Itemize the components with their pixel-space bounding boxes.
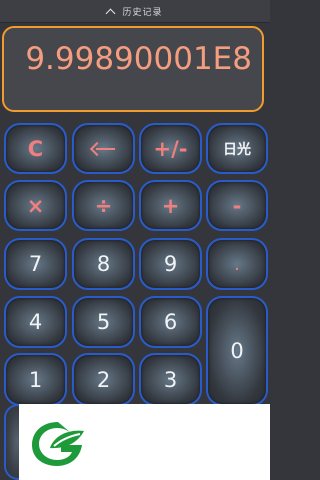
- history-label: 历史记录: [122, 7, 163, 18]
- digit-8-button[interactable]: 8: [72, 238, 135, 290]
- ad-banner[interactable]: [19, 404, 270, 480]
- multiply-button[interactable]: ×: [4, 180, 67, 231]
- backspace-button[interactable]: [72, 123, 135, 174]
- subtract-label: -: [232, 193, 242, 218]
- subtract-button[interactable]: -: [206, 180, 268, 231]
- add-label: +: [161, 193, 180, 218]
- clear-button[interactable]: C: [4, 123, 67, 174]
- result-display: 9.99890001E8: [2, 26, 264, 112]
- digit-3-label: 3: [163, 367, 178, 392]
- leaf-g-logo-icon: [32, 422, 84, 466]
- digit-6-label: 6: [163, 310, 178, 334]
- divide-button[interactable]: ÷: [72, 180, 135, 231]
- partial-key[interactable]: [4, 404, 20, 480]
- digit-3-button[interactable]: 3: [139, 353, 202, 406]
- decimal-point-button[interactable]: .: [206, 238, 268, 290]
- digit-0-button[interactable]: 0: [206, 296, 268, 406]
- digit-7-label: 7: [28, 252, 43, 276]
- clear-label: C: [27, 136, 44, 161]
- history-toggle[interactable]: 历史记录: [0, 0, 270, 23]
- digit-2-button[interactable]: 2: [72, 353, 135, 406]
- daylight-mode-button[interactable]: 日光: [206, 123, 268, 174]
- digit-0-label: 0: [230, 339, 244, 363]
- multiply-label: ×: [26, 193, 45, 218]
- digit-1-label: 1: [28, 367, 43, 392]
- digit-4-label: 4: [28, 310, 43, 334]
- sign-label: +/-: [153, 136, 188, 161]
- digit-9-label: 9: [163, 252, 178, 276]
- chevron-up-icon: [106, 8, 116, 18]
- digit-8-label: 8: [96, 252, 111, 276]
- digit-9-button[interactable]: 9: [139, 238, 202, 290]
- result-value: 9.99890001E8: [25, 41, 252, 77]
- add-button[interactable]: +: [139, 180, 202, 231]
- sign-toggle-button[interactable]: +/-: [139, 123, 202, 174]
- daylight-label: 日光: [223, 141, 251, 158]
- digit-5-button[interactable]: 5: [72, 296, 135, 348]
- calculator-screen: 历史记录 9.99890001E8 C +/- 日光 × ÷ + - 7 8 9…: [0, 0, 270, 480]
- digit-7-button[interactable]: 7: [4, 238, 67, 290]
- digit-1-button[interactable]: 1: [4, 353, 67, 406]
- digit-6-button[interactable]: 6: [139, 296, 202, 348]
- left-arrow-icon: [89, 141, 116, 156]
- decimal-point-label: .: [234, 253, 240, 275]
- digit-2-label: 2: [96, 367, 111, 392]
- divide-label: ÷: [94, 193, 113, 218]
- digit-5-label: 5: [96, 310, 111, 334]
- digit-4-button[interactable]: 4: [4, 296, 67, 348]
